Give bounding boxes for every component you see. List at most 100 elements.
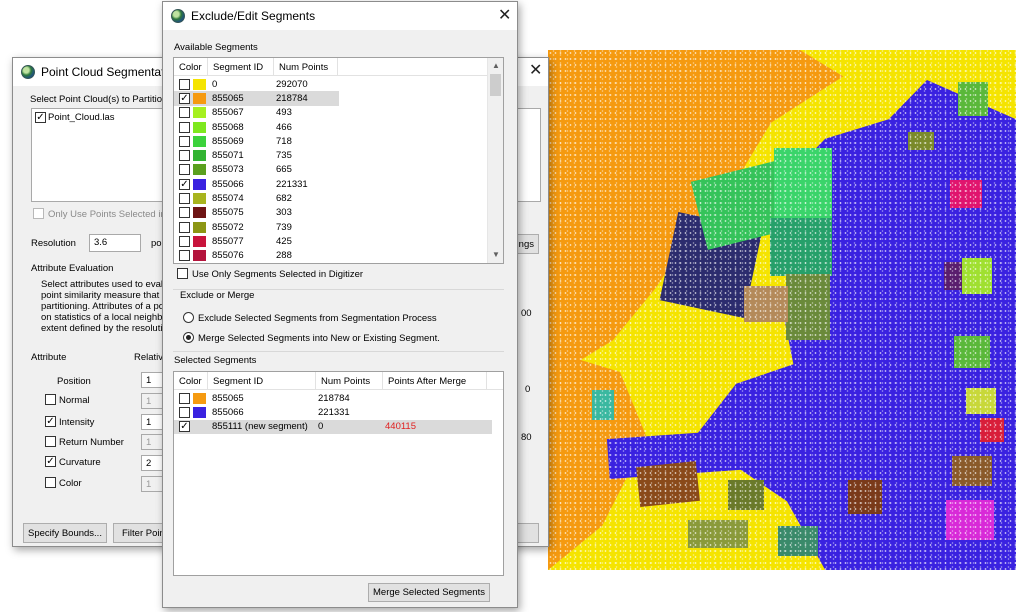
available-segment-row[interactable]: 855073 665 — [174, 163, 339, 177]
segment-checkbox[interactable] — [179, 406, 190, 418]
available-segments-grid[interactable]: Color Segment ID Num Points 0 292070 ✓ 8550… — [173, 57, 504, 264]
segment-color-swatch — [193, 78, 206, 90]
scroll-down-icon[interactable]: ▼ — [488, 247, 503, 263]
segment-checkbox[interactable] — [179, 392, 190, 404]
available-segment-row[interactable]: 855069 718 — [174, 134, 339, 148]
point-cloud-list[interactable]: ✓ Point_Cloud.las — [31, 108, 171, 202]
exclude-radio[interactable] — [183, 312, 194, 323]
segment-color-swatch — [193, 221, 206, 233]
exclude-merge-heading: Exclude or Merge — [180, 290, 255, 301]
attribute-normal-checkbox[interactable] — [45, 394, 56, 405]
selected-segments-grid[interactable]: Color Segment ID Num Points Points After… — [173, 371, 504, 576]
num-points-cell: 425 — [276, 235, 292, 247]
attribute-normal-label: Normal — [59, 395, 90, 406]
resolution-unit: po — [151, 238, 162, 249]
segment-checkbox[interactable] — [179, 78, 190, 90]
eval-line: point similarity measure that in — [41, 290, 170, 301]
selected-segment-row[interactable]: 855066 221331 — [174, 405, 492, 419]
segment-checkbox[interactable] — [179, 207, 190, 219]
point-speckle-overlay — [548, 50, 1016, 570]
only-selected-label: Only Use Points Selected in D — [48, 209, 176, 220]
attribute-color-label: Color — [59, 478, 82, 489]
segment-checkbox[interactable] — [179, 221, 190, 233]
attribute-intensity-checkbox[interactable]: ✓ — [45, 416, 56, 427]
attribute-return-number-checkbox[interactable] — [45, 436, 56, 447]
segment-id-cell: 855074 — [212, 193, 244, 205]
edit-titlebar[interactable]: Exclude/Edit Segments — [163, 2, 517, 30]
exclude-option-label: Exclude Selected Segments from Segmentat… — [198, 313, 437, 324]
segment-color-swatch — [193, 421, 206, 432]
num-points-cell: 303 — [276, 207, 292, 219]
segment-checkbox[interactable] — [179, 250, 190, 262]
merge-selected-segments-button[interactable]: Merge Selected Segments — [368, 583, 490, 602]
segment-id-cell: 855068 — [212, 121, 244, 133]
available-scrollbar[interactable]: ▲ ▼ — [487, 58, 503, 263]
available-segment-row[interactable]: 855076 288 — [174, 249, 339, 263]
segment-checkbox[interactable]: ✓ — [179, 421, 190, 433]
num-points-cell: 288 — [276, 250, 292, 262]
specify-bounds-button[interactable]: Specify Bounds... — [23, 523, 107, 543]
attribute-evaluation-heading: Attribute Evaluation — [31, 263, 114, 274]
select-point-cloud-label: Select Point Cloud(s) to Partition — [30, 94, 168, 105]
available-segment-row[interactable]: 855068 466 — [174, 120, 339, 134]
segment-color-swatch — [193, 178, 206, 190]
segment-checkbox[interactable] — [179, 135, 190, 147]
close-icon[interactable]: ✕ — [498, 8, 511, 24]
segment-checkbox[interactable]: ✓ — [179, 178, 190, 190]
use-only-selected-label: Use Only Segments Selected in Digitizer — [192, 269, 364, 280]
segment-color-swatch — [193, 193, 206, 205]
use-only-selected-checkbox[interactable] — [177, 268, 188, 279]
available-segment-row[interactable]: 855074 682 — [174, 191, 339, 205]
merge-option-label: Merge Selected Segments into New or Exis… — [198, 333, 440, 344]
num-points-column-header: Num Points — [316, 372, 383, 390]
num-points-cell: 292070 — [276, 78, 308, 90]
eval-line: partitioning. Attributes of a po — [41, 301, 165, 312]
merge-radio[interactable] — [183, 332, 194, 343]
num-points-cell: 221331 — [276, 178, 308, 190]
resolution-input[interactable]: 3.6 — [89, 234, 141, 252]
available-segment-row[interactable]: ✓ 855065 218784 — [174, 91, 339, 106]
segment-id-cell: 0 — [212, 78, 218, 90]
available-segment-row[interactable]: 855067 493 — [174, 106, 339, 120]
available-segment-row[interactable]: 855075 303 — [174, 206, 339, 220]
segment-checkbox[interactable] — [179, 121, 190, 133]
attribute-curvature-checkbox[interactable]: ✓ — [45, 456, 56, 467]
only-selected-checkbox[interactable] — [33, 208, 44, 219]
close-icon[interactable]: ✕ — [529, 63, 542, 79]
segment-id-cell: 855066 — [212, 406, 244, 418]
available-segment-row[interactable]: 855071 735 — [174, 149, 339, 163]
scroll-thumb[interactable] — [490, 74, 501, 96]
color-column-header: Color — [174, 58, 208, 76]
segment-checkbox[interactable] — [179, 193, 190, 205]
available-segment-row[interactable]: ✓ 855066 221331 — [174, 177, 339, 191]
resolution-label: Resolution — [31, 238, 76, 249]
point-cloud-view[interactable] — [548, 50, 1016, 570]
scroll-up-icon[interactable]: ▲ — [488, 58, 503, 74]
segment-id-cell: 855075 — [212, 207, 244, 219]
segment-checkbox[interactable] — [179, 107, 190, 119]
segment-id-cell: 855111 (new segment) — [212, 421, 308, 433]
num-points-cell: 218784 — [318, 392, 350, 404]
segment-checkbox[interactable]: ✓ — [179, 92, 190, 104]
exclude-edit-segments-dialog[interactable]: Exclude/Edit Segments ✕ Available Segmen… — [162, 1, 518, 608]
segment-id-cell: 855076 — [212, 250, 244, 262]
point-cloud-checkbox[interactable]: ✓ — [35, 112, 46, 123]
attribute-color-checkbox[interactable] — [45, 477, 56, 488]
available-segment-row[interactable]: 855072 739 — [174, 220, 339, 234]
selected-segment-row[interactable]: ✓ 855111 (new segment) 0 440115 — [174, 419, 492, 434]
num-points-cell: 221331 — [318, 406, 350, 418]
available-segment-row[interactable]: 855077 425 — [174, 234, 339, 248]
segment-checkbox[interactable] — [179, 164, 190, 176]
segment-checkbox[interactable] — [179, 235, 190, 247]
segment-id-cell: 855077 — [212, 235, 244, 247]
app-globe-icon — [21, 65, 35, 79]
selected-segment-row[interactable]: 855065 218784 — [174, 391, 492, 405]
color-column-header: Color — [174, 372, 208, 390]
points-after-merge-cell: 440115 — [385, 421, 416, 433]
filter-points-button[interactable]: Filter Poin — [113, 523, 165, 543]
available-segment-row[interactable]: 0 292070 — [174, 77, 339, 91]
segment-color-swatch — [193, 392, 206, 404]
segment-color-swatch — [193, 121, 206, 133]
num-points-cell: 735 — [276, 150, 292, 162]
segment-checkbox[interactable] — [179, 150, 190, 162]
